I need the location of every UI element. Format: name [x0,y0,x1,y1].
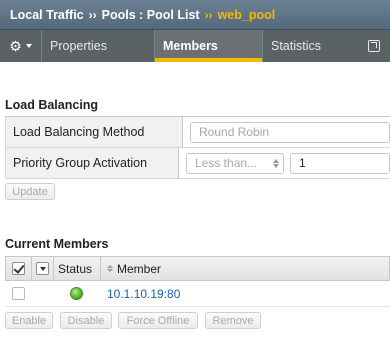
force-offline-button[interactable]: Force Offline [118,312,198,329]
external-link-icon[interactable] [368,40,380,52]
header-dropdown-cell [32,257,54,280]
update-button[interactable]: Update [5,183,55,200]
status-column-header[interactable]: Status [54,257,101,280]
breadcrumb-section[interactable]: Local Traffic [10,8,84,22]
members-table: Status Member 10.1.10.19:80 [5,256,390,307]
disable-button[interactable]: Disable [60,312,112,329]
chevron-down-icon [39,266,46,271]
select-all-checkbox[interactable] [12,262,25,275]
breadcrumb: Local Traffic ›› Pools : Pool List ›› we… [0,0,390,30]
gear-icon: ⚙ [9,37,22,54]
table-row: 10.1.10.19:80 [5,281,390,307]
tab-members[interactable]: Members [155,30,263,62]
tab-properties[interactable]: Properties [42,30,155,62]
row-checkbox-cell [5,287,31,300]
tab-statistics[interactable]: Statistics [263,30,390,62]
breadcrumb-current: web_pool [217,7,276,22]
chevron-down-icon [25,44,32,48]
breadcrumb-separator: ›› [88,7,97,22]
row-checkbox[interactable] [11,287,25,300]
members-table-header: Status Member [5,256,390,281]
load-balancing-title: Load Balancing [5,98,99,112]
property-row: Priority Group Activation Less than... 1 [5,148,390,179]
remove-button[interactable]: Remove [205,312,261,329]
tab-label: Statistics [271,39,322,53]
current-members-title: Current Members [5,237,109,251]
load-balancing-method-label: Load Balancing Method [5,117,183,147]
property-row: Load Balancing Method Round Robin [5,117,390,148]
load-balancing-method-field[interactable]: Round Robin [190,121,390,143]
column-menu-button[interactable] [36,262,49,275]
member-column-header[interactable]: Member [101,257,389,280]
priority-group-number-field[interactable]: 1 [290,152,390,174]
load-balancing-table: Load Balancing Method Round Robin Priori… [5,116,390,179]
property-value: Round Robin [183,117,390,147]
tab-label: Properties [50,39,107,53]
gear-menu-button[interactable]: ⚙ [0,30,42,62]
member-link[interactable]: 10.1.10.19:80 [100,287,180,301]
priority-group-activation-label: Priority Group Activation [5,148,179,178]
breadcrumb-path[interactable]: Pools : Pool List [102,8,200,22]
sort-icon [107,265,113,272]
priority-group-select[interactable]: Less than... [186,152,284,174]
status-available-icon [70,287,83,300]
enable-button[interactable]: Enable [5,312,53,329]
status-cell [53,287,100,300]
priority-group-select-value: Less than... [195,156,258,170]
tab-bar: ⚙ Properties Members Statistics [0,30,390,62]
select-arrows-icon [273,158,279,168]
property-value: Less than... 1 [179,148,390,178]
breadcrumb-separator: ›› [204,7,213,22]
member-column-label: Member [117,261,162,276]
header-checkbox-cell [6,257,32,280]
tab-label: Members [163,39,218,53]
